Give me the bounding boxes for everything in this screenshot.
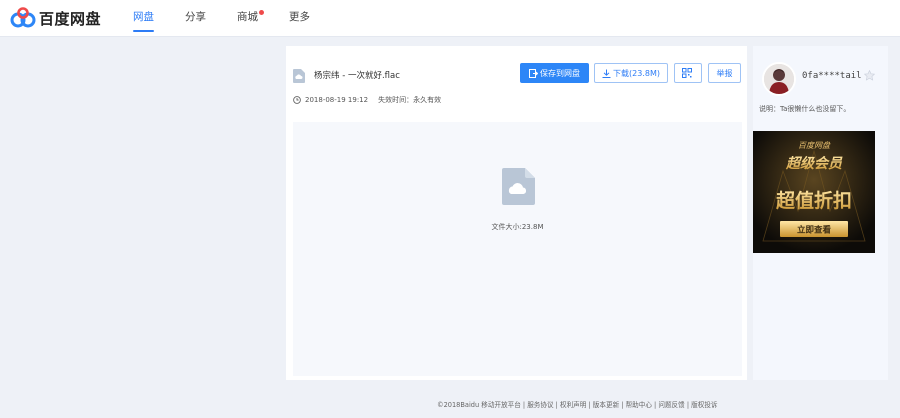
logo-text: 百度网盘 (39, 9, 102, 28)
file-preview-area: 文件大小:23.8M (293, 122, 742, 376)
sharer-username[interactable]: 0fa****tail (802, 70, 875, 81)
download-button-label: 下载(23.8M) (613, 68, 660, 78)
download-button[interactable]: 下载(23.8M) (594, 63, 668, 83)
svip-ad-banner[interactable]: 百度网盘 超级会员 超值折扣 立即查看 (753, 131, 875, 253)
expire-time: 失效时间：永久有效 (378, 96, 442, 104)
ad-headline-text: 超级会员 (785, 155, 843, 172)
report-button[interactable]: 举报 (708, 63, 741, 83)
nav-item-more[interactable]: 更多 (289, 0, 310, 37)
footer-links[interactable]: ©2018Baidu 移动开放平台 | 服务协议 | 权利声明 | 版本更新 |… (437, 399, 718, 409)
share-date: 2018-08-19 19:12 (305, 96, 369, 104)
file-size: 文件大小:23.8M (491, 223, 544, 231)
ad-brand-text: 百度网盘 (798, 141, 831, 150)
file-icon (293, 68, 305, 83)
avatar[interactable] (762, 62, 796, 96)
qrcode-button[interactable] (674, 63, 702, 83)
nav-item-share[interactable]: 分享 (185, 0, 206, 37)
nav-item-mall-label: 商城 (237, 11, 258, 23)
sharer-description: 说明：Ta很懒什么也没留下。 (759, 105, 851, 113)
share-meta: 2018-08-19 19:12 失效时间：永久有效 (293, 95, 441, 105)
save-icon (529, 68, 538, 78)
clock-icon (293, 96, 301, 104)
baidu-pan-logo-icon (10, 7, 36, 29)
top-bar: 百度网盘 网盘 分享 商城 更多 (0, 0, 900, 37)
notification-dot (259, 10, 264, 15)
vip-badge-icon (863, 70, 875, 81)
audio-file-icon (502, 168, 535, 205)
nav-item-netdisk[interactable]: 网盘 (133, 0, 154, 37)
nav-item-mall[interactable]: 商城 (237, 0, 264, 37)
ad-cta-button[interactable]: 立即查看 (780, 221, 848, 237)
username-text: 0fa****tail (802, 70, 862, 81)
main-nav: 网盘 分享 商城 更多 (133, 0, 341, 37)
file-name: 杨宗纬 - 一次就好.flac (314, 71, 400, 81)
ad-tagline-text: 超值折扣 (775, 189, 852, 212)
share-main-card: 杨宗纬 - 一次就好.flac 保存到网盘 下载(23.8M) 举报 2018-… (286, 46, 747, 380)
save-button-label: 保存到网盘 (540, 68, 580, 78)
qrcode-icon (682, 68, 692, 78)
logo[interactable]: 百度网盘 (10, 7, 101, 29)
ad-cta-text: 立即查看 (797, 225, 832, 236)
download-icon (602, 69, 611, 78)
sharer-sidebar: 0fa****tail 说明：Ta很懒什么也没留下。 百度网盘 超级会员 超值折… (753, 46, 888, 380)
save-to-netdisk-button[interactable]: 保存到网盘 (520, 63, 589, 83)
